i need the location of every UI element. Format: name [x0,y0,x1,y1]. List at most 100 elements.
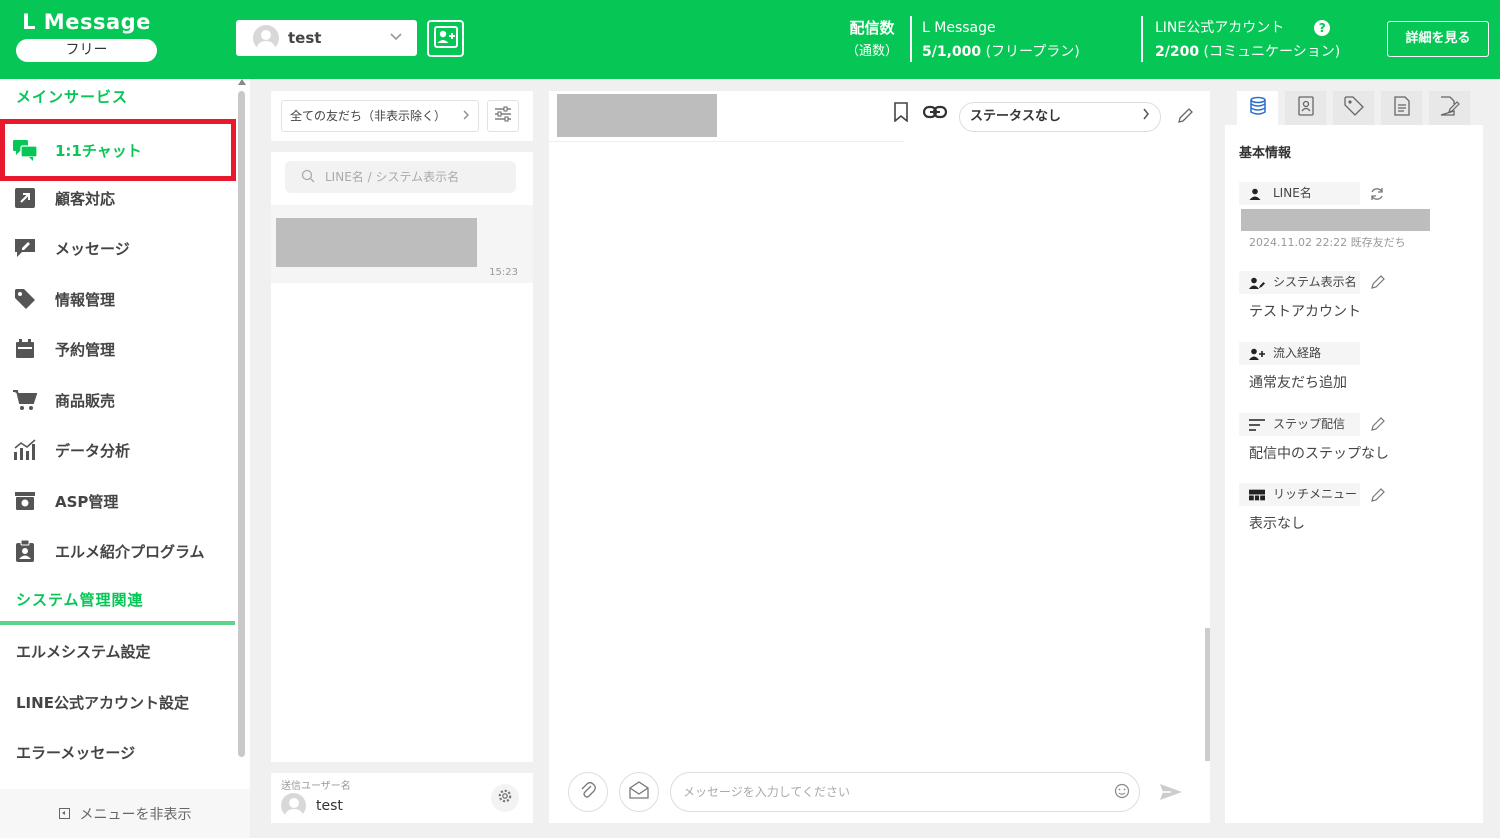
list-item[interactable]: 15:23 [271,205,533,283]
scroll-up-arrow[interactable] [238,79,246,85]
paperclip-icon [580,781,596,803]
top-header: L Message フリー test 配信数 （通数） L Message 5/… [0,0,1500,79]
sender-settings-button[interactable] [491,784,519,812]
add-account-button[interactable] [427,20,464,57]
cart-icon [13,388,37,412]
stat-value: 2/200 [1155,44,1200,60]
bookmark-icon[interactable] [893,102,909,126]
friend-search[interactable] [285,161,516,193]
sidebar: メインサービス 1:1チャット 顧客対応 メッセージ 情報管理 予約管理 商品販… [0,79,250,838]
sidebar-item-asp[interactable]: ASP管理 [0,477,236,525]
chevron-right-icon [1142,103,1150,131]
user-edit-icon [1249,277,1265,289]
hide-menu-label: メニューを非表示 [79,806,192,823]
label-text: LINE名 [1273,186,1312,200]
document-edit-icon [1440,96,1460,120]
sidebar-item-label: データ分析 [55,441,131,460]
account-selector[interactable]: test [236,20,417,56]
sidebar-item-system-settings[interactable]: エルメシステム設定 [16,641,151,662]
sidebar-item-sales[interactable]: 商品販売 [0,376,236,424]
friend-filter-value: 全ての友だち（非表示除く） [290,109,447,123]
tab-edit-notes[interactable] [1429,91,1470,125]
line-account-stat: LINE公式アカウント? 2/200 (コミュニケーション) [1155,16,1340,64]
avatar [281,793,306,818]
user-plus-icon [1249,348,1265,360]
send-icon[interactable] [1159,782,1183,806]
friend-list-panel: 15:23 [271,152,533,762]
label-text: リッチメニュー [1273,487,1358,501]
plan-badge: フリー [16,39,157,62]
sidebar-item-info[interactable]: 情報管理 [0,275,236,323]
tag-icon [1343,96,1364,120]
sidebar-item-referral[interactable]: エルメ紹介プログラム [0,527,236,575]
tab-notes[interactable] [1381,91,1422,125]
sidebar-item-reservation[interactable]: 予約管理 [0,325,236,373]
pencil-icon[interactable] [1176,107,1194,129]
attach-button[interactable] [568,772,608,812]
logo[interactable]: L Message フリー [16,10,157,62]
hide-menu-button[interactable]: メニューを非表示 [0,789,250,838]
pencil-icon[interactable] [1370,487,1386,507]
sidebar-item-label: ASP管理 [55,492,119,511]
divider [0,621,235,625]
template-button[interactable] [619,772,659,812]
stat-note: (フリープラン) [985,44,1080,60]
tab-basic-info[interactable] [1237,91,1278,125]
logo-title: L Message [22,10,151,34]
sidebar-item-customer[interactable]: 顧客対応 [0,174,236,222]
pencil-icon[interactable] [1370,416,1386,436]
avatar [253,25,279,51]
tab-contact[interactable] [1285,91,1326,125]
label-text: 流入経路 [1273,346,1322,360]
bar-chart-icon [13,438,37,462]
field-label-rich-menu: リッチメニュー [1239,483,1360,506]
stat-subtitle: （通数） [846,44,899,59]
database-icon [1249,96,1267,120]
sidebar-scrollbar[interactable] [238,91,245,757]
status-value: ステータスなし [970,109,1062,124]
stat-value: 5/1,000 [922,44,982,60]
chat-toolbar [893,102,948,126]
details-button[interactable]: 詳細を見る [1387,21,1489,57]
friend-filter-select[interactable]: 全ての友だち（非表示除く） [281,100,479,132]
sidebar-item-analytics[interactable]: データ分析 [0,426,236,474]
search-icon [301,168,315,187]
tab-tags[interactable] [1333,91,1374,125]
label-text: システム表示名 [1273,275,1357,289]
stat-title: LINE公式アカウント [1155,20,1285,36]
document-icon [1393,96,1410,120]
status-select[interactable]: ステータスなし [959,102,1161,132]
stat-title: L Message [922,20,996,36]
calendar-icon [13,337,37,361]
sender-label: 送信ユーザー名 [281,781,351,792]
line-name-redacted [1241,209,1430,231]
chat-scrollbar[interactable] [1205,628,1210,761]
help-icon[interactable]: ? [1314,20,1331,36]
divider [1141,16,1143,62]
sidebar-item-line-settings[interactable]: LINE公式アカウント設定 [16,692,189,713]
gear-icon [497,788,513,808]
friend-since: 2024.11.02 22:22 既存友だち [1249,236,1406,249]
contact-card-icon [1297,96,1315,120]
search-input[interactable] [325,170,505,184]
filter-settings-button[interactable] [487,100,519,132]
sidebar-item-message[interactable]: メッセージ [0,224,236,272]
link-icon[interactable] [922,104,948,124]
sender-name: test [316,797,343,814]
sender-user: test [281,793,343,818]
pencil-icon[interactable] [1370,274,1386,294]
refresh-icon[interactable] [1370,186,1384,205]
message-input[interactable] [670,772,1140,812]
list-icon [1249,418,1265,431]
sidebar-item-error-messages[interactable]: エラーメッセージ [16,742,135,763]
field-label-step: ステップ配信 [1239,413,1360,436]
envelope-open-icon [629,781,649,803]
info-tabs [1237,91,1477,125]
chat-user-name-redacted [557,94,717,137]
emoji-icon[interactable] [1114,783,1130,803]
sidebar-item-chat[interactable]: 1:1チャット [0,119,236,181]
sidebar-item-label: 予約管理 [55,340,116,359]
sidebar-item-label: メッセージ [55,239,130,258]
section-system: システム管理関連 [16,591,144,609]
message-edit-icon [13,236,37,260]
